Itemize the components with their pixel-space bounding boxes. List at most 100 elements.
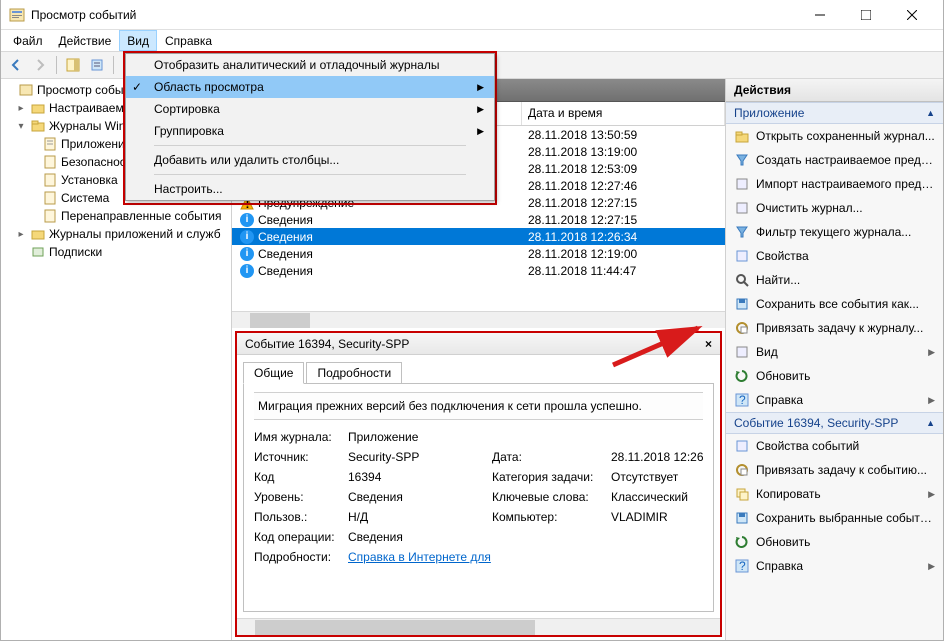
tab-general[interactable]: Общие [243,362,304,384]
close-icon[interactable]: × [705,337,712,351]
forward-button[interactable] [29,54,51,76]
cell-datetime: 28.11.2018 12:27:15 [522,196,725,210]
log-icon [42,172,58,188]
val-kw: Классический [611,490,714,504]
cell-datetime: 28.11.2018 12:26:34 [522,230,725,244]
tree-subscriptions[interactable]: Подписки [1,243,231,261]
action-label: Фильтр текущего журнала... [756,225,911,239]
action-save[interactable]: Сохранить выбранные события... [726,506,943,530]
refresh-icon [734,534,750,550]
event-message: Миграция прежних версий без подключения … [254,392,703,420]
cell-datetime: 28.11.2018 13:19:00 [522,145,725,159]
action-attach[interactable]: Привязать задачу к событию... [726,458,943,482]
action-props[interactable]: Свойства [726,244,943,268]
info-icon: i [240,230,254,244]
cell-level: iСведения [232,247,522,261]
cell-level: iСведения [232,264,522,278]
tab-details[interactable]: Подробности [306,362,402,384]
val-task: Отсутствует [611,470,714,484]
action-find[interactable]: Найти... [726,268,943,292]
view-menu-dropdown: Отобразить аналитический и отладочный жу… [125,53,495,201]
action-refresh[interactable]: Обновить [726,364,943,388]
action-save[interactable]: Сохранить все события как... [726,292,943,316]
menu-item-preview-pane[interactable]: ✓ Область просмотра ▶ [126,76,494,98]
action-refresh[interactable]: Обновить [726,530,943,554]
info-icon: i [240,247,254,261]
maximize-button[interactable] [843,0,889,30]
back-button[interactable] [5,54,27,76]
tree-applogs[interactable]: ▸Журналы приложений и служб [1,225,231,243]
info-icon: i [240,264,254,278]
action-clear[interactable]: Очистить журнал... [726,196,943,220]
tab-body: Миграция прежних версий без подключения … [243,383,714,612]
action-import[interactable]: Импорт настраиваемого представления... [726,172,943,196]
menu-item-group[interactable]: Группировка▶ [126,120,494,142]
chevron-right-icon: ▶ [928,489,935,500]
help-icon: ? [734,392,750,408]
val-log: Приложение [348,430,714,444]
menubar: Файл Действие Вид Справка [1,30,943,51]
tree-forwarded[interactable]: Перенаправленные события [1,207,231,225]
cell-datetime: 28.11.2018 11:44:47 [522,264,725,278]
action-label: Импорт настраиваемого представления... [756,177,935,191]
val-lvl: Сведения [348,490,488,504]
menu-item-analytic[interactable]: Отобразить аналитический и отладочный жу… [126,54,494,76]
menu-action[interactable]: Действие [51,30,120,51]
action-filter-new[interactable]: Создать настраиваемое представление... [726,148,943,172]
log-icon [42,136,58,152]
menu-item-customise[interactable]: Настроить... [126,178,494,200]
menu-file[interactable]: Файл [5,30,51,51]
menu-view[interactable]: Вид [119,30,157,51]
action-label: Очистить журнал... [756,201,863,215]
minimize-button[interactable] [797,0,843,30]
menu-item-sort[interactable]: Сортировка▶ [126,98,494,120]
save-icon [734,510,750,526]
action-label: Сохранить все события как... [756,297,919,311]
action-attach[interactable]: Привязать задачу к журналу... [726,316,943,340]
action-label: Вид [756,345,778,359]
lbl-code: Код [254,470,344,484]
detail-hscroll[interactable] [237,618,720,635]
show-pane-button[interactable] [62,54,84,76]
action-label: Открыть сохраненный журнал... [756,129,935,143]
action-view[interactable]: Вид▶ [726,340,943,364]
list-row[interactable]: iСведения28.11.2018 12:26:34 [232,228,725,245]
actions-section-app[interactable]: Приложение▲ [726,102,943,124]
close-button[interactable] [889,0,935,30]
val-src: Security-SPP [348,450,488,464]
menu-help[interactable]: Справка [157,30,220,51]
attach-icon [734,320,750,336]
folder-icon [30,100,46,116]
horizontal-scrollbar[interactable] [232,311,725,328]
action-filter[interactable]: Фильтр текущего журнала... [726,220,943,244]
list-row[interactable]: iСведения28.11.2018 12:27:15 [232,211,725,228]
action-label: Свойства [756,249,809,263]
action-open[interactable]: Открыть сохраненный журнал... [726,124,943,148]
svg-text:?: ? [739,393,746,407]
online-help-link[interactable]: Справка в Интернете для [348,550,491,564]
log-icon [42,208,58,224]
menu-item-columns[interactable]: Добавить или удалить столбцы... [126,149,494,171]
col-datetime[interactable]: Дата и время [522,102,725,125]
props-button[interactable] [86,54,108,76]
action-help[interactable]: ?Справка▶ [726,388,943,412]
filter-new-icon [734,152,750,168]
action-help[interactable]: ?Справка▶ [726,554,943,578]
lbl-log: Имя журнала: [254,430,344,444]
cell-datetime: 28.11.2018 12:27:46 [522,179,725,193]
log-icon [42,154,58,170]
list-row[interactable]: iСведения28.11.2018 12:19:00 [232,245,725,262]
action-label: Справка [756,559,803,573]
lbl-op: Код операции: [254,530,344,544]
val-date: 28.11.2018 12:26 [611,450,714,464]
val-code: 16394 [348,470,488,484]
cell-datetime: 28.11.2018 12:53:09 [522,162,725,176]
list-row[interactable]: iСведения28.11.2018 11:44:47 [232,262,725,279]
action-props[interactable]: Свойства событий [726,434,943,458]
action-label: Привязать задачу к журналу... [756,321,923,335]
actions-section-event[interactable]: Событие 16394, Security-SPP▲ [726,412,943,434]
action-copy[interactable]: Копировать▶ [726,482,943,506]
menu-separator [154,145,466,146]
actions-header: Действия [726,79,943,102]
attach-icon [734,462,750,478]
